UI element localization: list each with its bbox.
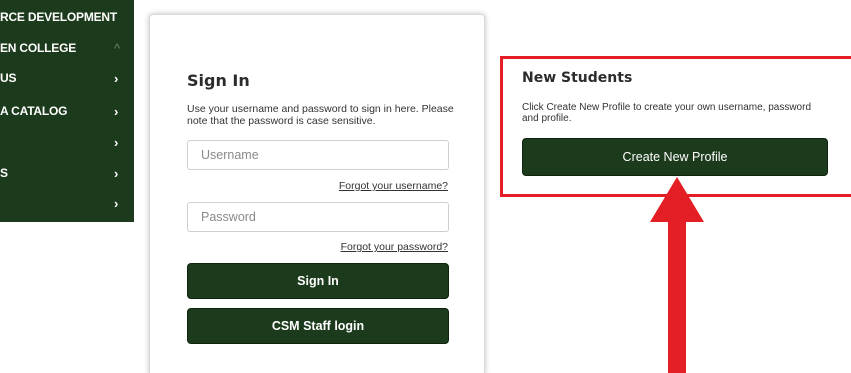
nav-item-label: A CATALOG (0, 104, 68, 118)
forgot-username-link[interactable]: Forgot your username? (339, 180, 448, 192)
signin-title: Sign In (187, 71, 250, 90)
new-students-title: New Students (522, 70, 633, 86)
signin-description: Use your username and password to sign i… (187, 103, 454, 127)
nav-item-label: US (0, 71, 17, 85)
chevron-up-icon: ^ (114, 40, 120, 56)
forgot-password-link[interactable]: Forgot your password? (341, 241, 448, 253)
chevron-right-icon: › (114, 165, 119, 181)
nav-item-us[interactable]: US › (0, 66, 134, 90)
nav-item-label: EN COLLEGE (0, 41, 77, 55)
nav-item-5[interactable]: › (0, 130, 134, 154)
arrow-shaft (668, 218, 686, 373)
nav-item-7[interactable]: › (0, 191, 134, 215)
nav-item-label: S (0, 166, 8, 180)
signin-button[interactable]: Sign In (187, 263, 449, 299)
chevron-right-icon: › (114, 103, 119, 119)
new-students-description: Click Create New Profile to create your … (522, 102, 812, 124)
signin-panel: Sign In Use your username and password t… (149, 14, 485, 373)
side-navigation-menu: RCE DEVELOPMENT EN COLLEGE ^ US › A CATA… (0, 0, 134, 222)
nav-item-workforce-development[interactable]: RCE DEVELOPMENT (0, 5, 134, 29)
username-input[interactable] (187, 140, 449, 170)
csm-staff-login-button[interactable]: CSM Staff login (187, 308, 449, 344)
nav-item-6[interactable]: S › (0, 161, 134, 185)
nav-item-catalog[interactable]: A CATALOG › (0, 99, 134, 123)
chevron-right-icon: › (114, 134, 119, 150)
chevron-right-icon: › (114, 195, 119, 211)
password-input[interactable] (187, 202, 449, 232)
nav-item-college[interactable]: EN COLLEGE ^ (0, 36, 134, 60)
create-new-profile-button[interactable]: Create New Profile (522, 138, 828, 176)
new-students-panel: New Students Click Create New Profile to… (500, 56, 851, 197)
nav-item-label: RCE DEVELOPMENT (0, 10, 118, 24)
chevron-right-icon: › (114, 70, 119, 86)
